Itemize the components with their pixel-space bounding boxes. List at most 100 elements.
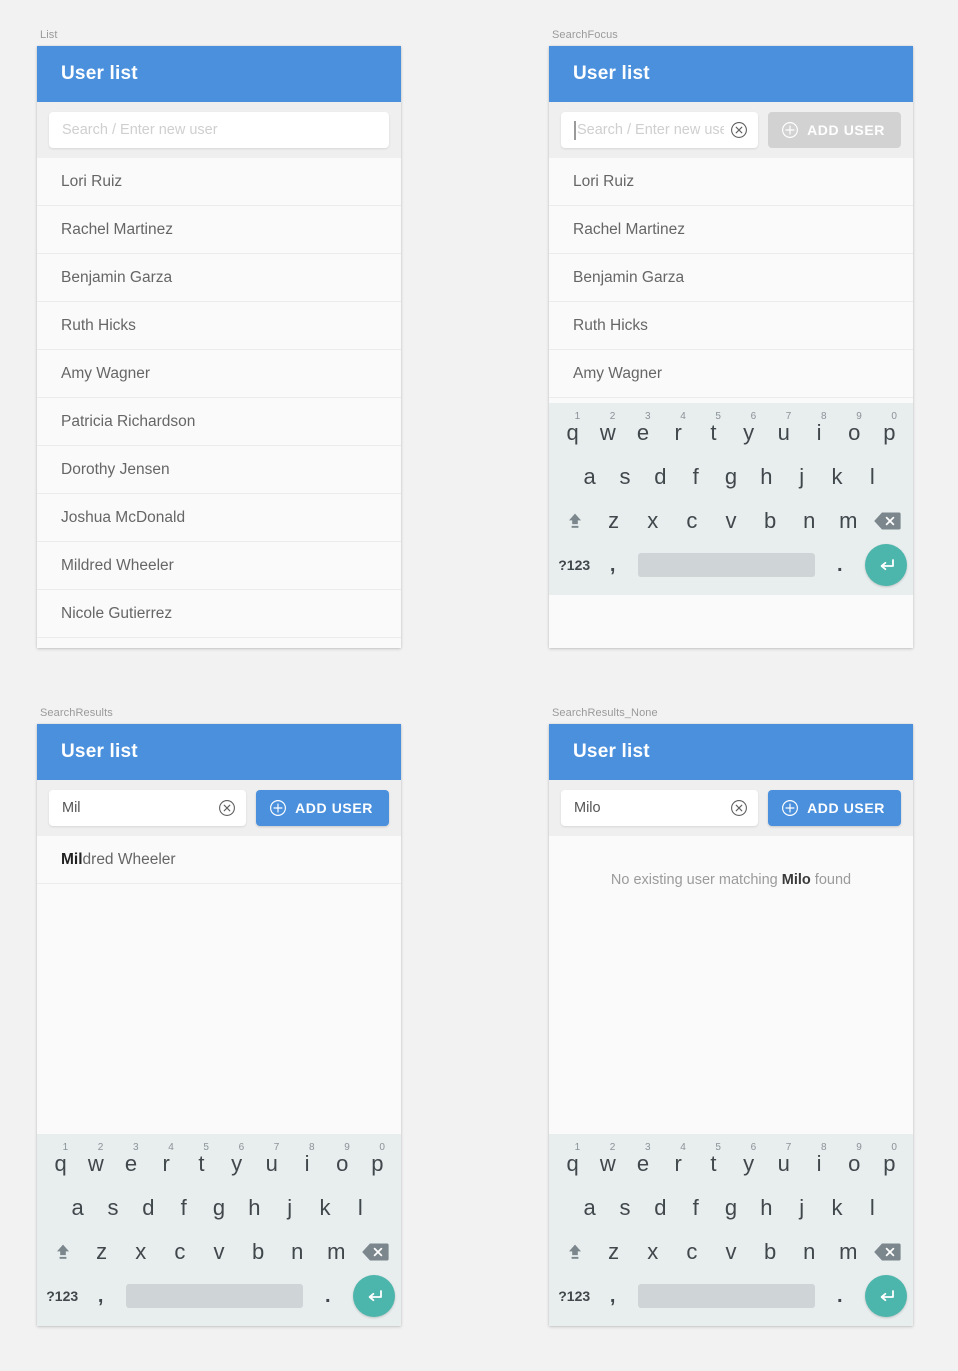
period-key[interactable]: .	[821, 1274, 859, 1318]
key-d[interactable]: d	[131, 1186, 166, 1230]
key-n[interactable]: n	[278, 1230, 317, 1274]
symbols-key[interactable]: ?123	[555, 1274, 593, 1318]
key-h[interactable]: h	[749, 455, 784, 499]
key-l[interactable]: l	[855, 1186, 890, 1230]
key-m[interactable]: m	[829, 1230, 868, 1274]
key-e[interactable]: 3e	[113, 1142, 148, 1186]
key-r[interactable]: 4r	[661, 411, 696, 455]
key-j[interactable]: j	[784, 455, 819, 499]
key-e[interactable]: 3e	[625, 411, 660, 455]
shift-key[interactable]	[555, 1230, 594, 1274]
key-h[interactable]: h	[749, 1186, 784, 1230]
key-q[interactable]: 1q	[555, 411, 590, 455]
key-x[interactable]: x	[633, 1230, 672, 1274]
key-d[interactable]: d	[643, 1186, 678, 1230]
key-u[interactable]: 7u	[254, 1142, 289, 1186]
key-p[interactable]: 0p	[872, 411, 907, 455]
key-g[interactable]: g	[713, 455, 748, 499]
key-s[interactable]: s	[95, 1186, 130, 1230]
list-item[interactable]: Lori Ruiz	[549, 158, 913, 206]
comma-key[interactable]: ,	[593, 543, 631, 587]
key-d[interactable]: d	[643, 455, 678, 499]
key-r[interactable]: 4r	[661, 1142, 696, 1186]
clear-icon[interactable]	[730, 121, 748, 139]
key-i[interactable]: 8i	[289, 1142, 324, 1186]
key-r[interactable]: 4r	[149, 1142, 184, 1186]
key-x[interactable]: x	[633, 499, 672, 543]
backspace-key[interactable]	[868, 1230, 907, 1274]
user-list[interactable]: Lori Ruiz Rachel Martinez Benjamin Garza…	[549, 158, 913, 403]
key-k[interactable]: k	[819, 1186, 854, 1230]
search-input[interactable]: Milo	[561, 790, 759, 826]
symbols-key[interactable]: ?123	[555, 543, 593, 587]
key-b[interactable]: b	[239, 1230, 278, 1274]
key-w[interactable]: 2w	[78, 1142, 113, 1186]
list-item[interactable]: Amy Wagner	[37, 350, 401, 398]
list-item[interactable]: Patricia Richardson	[37, 398, 401, 446]
key-u[interactable]: 7u	[766, 1142, 801, 1186]
comma-key[interactable]: ,	[593, 1274, 631, 1318]
list-item[interactable]: Lori Ruiz	[37, 158, 401, 206]
key-t[interactable]: 5t	[696, 411, 731, 455]
key-p[interactable]: 0p	[360, 1142, 395, 1186]
key-l[interactable]: l	[855, 455, 890, 499]
key-f[interactable]: f	[166, 1186, 201, 1230]
period-key[interactable]: .	[821, 543, 859, 587]
list-item[interactable]: Mildred Wheeler	[37, 542, 401, 590]
key-c[interactable]: c	[672, 499, 711, 543]
key-a[interactable]: a	[572, 1186, 607, 1230]
key-f[interactable]: f	[678, 455, 713, 499]
key-i[interactable]: 8i	[801, 411, 836, 455]
clear-icon[interactable]	[218, 799, 236, 817]
list-item[interactable]: Rachel Martinez	[549, 206, 913, 254]
list-item[interactable]: Ruth Hicks	[37, 302, 401, 350]
space-key[interactable]	[125, 1284, 303, 1308]
key-j[interactable]: j	[272, 1186, 307, 1230]
period-key[interactable]: .	[309, 1274, 347, 1318]
key-q[interactable]: 1q	[555, 1142, 590, 1186]
backspace-key[interactable]	[868, 499, 907, 543]
list-item[interactable]: Ruth Hicks	[549, 302, 913, 350]
key-c[interactable]: c	[160, 1230, 199, 1274]
search-input[interactable]: Mil	[49, 790, 247, 826]
key-j[interactable]: j	[784, 1186, 819, 1230]
key-m[interactable]: m	[829, 499, 868, 543]
enter-key[interactable]	[353, 1275, 395, 1317]
key-h[interactable]: h	[237, 1186, 272, 1230]
add-user-button[interactable]: ADD USER	[768, 112, 901, 148]
key-s[interactable]: s	[607, 455, 642, 499]
key-o[interactable]: 9o	[837, 411, 872, 455]
list-item[interactable]: Joshua McDonald	[37, 494, 401, 542]
key-b[interactable]: b	[751, 1230, 790, 1274]
key-n[interactable]: n	[790, 1230, 829, 1274]
key-i[interactable]: 8i	[801, 1142, 836, 1186]
search-results-list[interactable]: Mil dred Wheeler	[37, 836, 401, 1134]
key-v[interactable]: v	[711, 1230, 750, 1274]
key-m[interactable]: m	[317, 1230, 356, 1274]
key-k[interactable]: k	[819, 455, 854, 499]
symbols-key[interactable]: ?123	[43, 1274, 81, 1318]
key-u[interactable]: 7u	[766, 411, 801, 455]
key-t[interactable]: 5t	[184, 1142, 219, 1186]
list-item[interactable]: Mildred Wheeler	[37, 836, 401, 884]
key-v[interactable]: v	[711, 499, 750, 543]
list-item[interactable]: Benjamin Garza	[549, 254, 913, 302]
key-z[interactable]: z	[594, 499, 633, 543]
key-s[interactable]: s	[607, 1186, 642, 1230]
onscreen-keyboard[interactable]: 1q 2w 3e 4r 5t 6y 7u 8i 9o 0p a s d f g …	[37, 1134, 401, 1326]
key-y[interactable]: 6y	[219, 1142, 254, 1186]
list-item[interactable]: Nicole Gutierrez	[37, 590, 401, 638]
key-z[interactable]: z	[594, 1230, 633, 1274]
list-item[interactable]: Amy Wagner	[549, 350, 913, 398]
key-v[interactable]: v	[199, 1230, 238, 1274]
list-item[interactable]: Rachel Martinez	[37, 206, 401, 254]
key-x[interactable]: x	[121, 1230, 160, 1274]
add-user-button[interactable]: ADD USER	[768, 790, 901, 826]
backspace-key[interactable]	[356, 1230, 395, 1274]
key-w[interactable]: 2w	[590, 411, 625, 455]
list-item[interactable]: Dorothy Jensen	[37, 446, 401, 494]
search-input[interactable]: Search / Enter new user	[49, 112, 389, 148]
key-e[interactable]: 3e	[625, 1142, 660, 1186]
space-key[interactable]	[637, 553, 815, 577]
add-user-button[interactable]: ADD USER	[256, 790, 389, 826]
